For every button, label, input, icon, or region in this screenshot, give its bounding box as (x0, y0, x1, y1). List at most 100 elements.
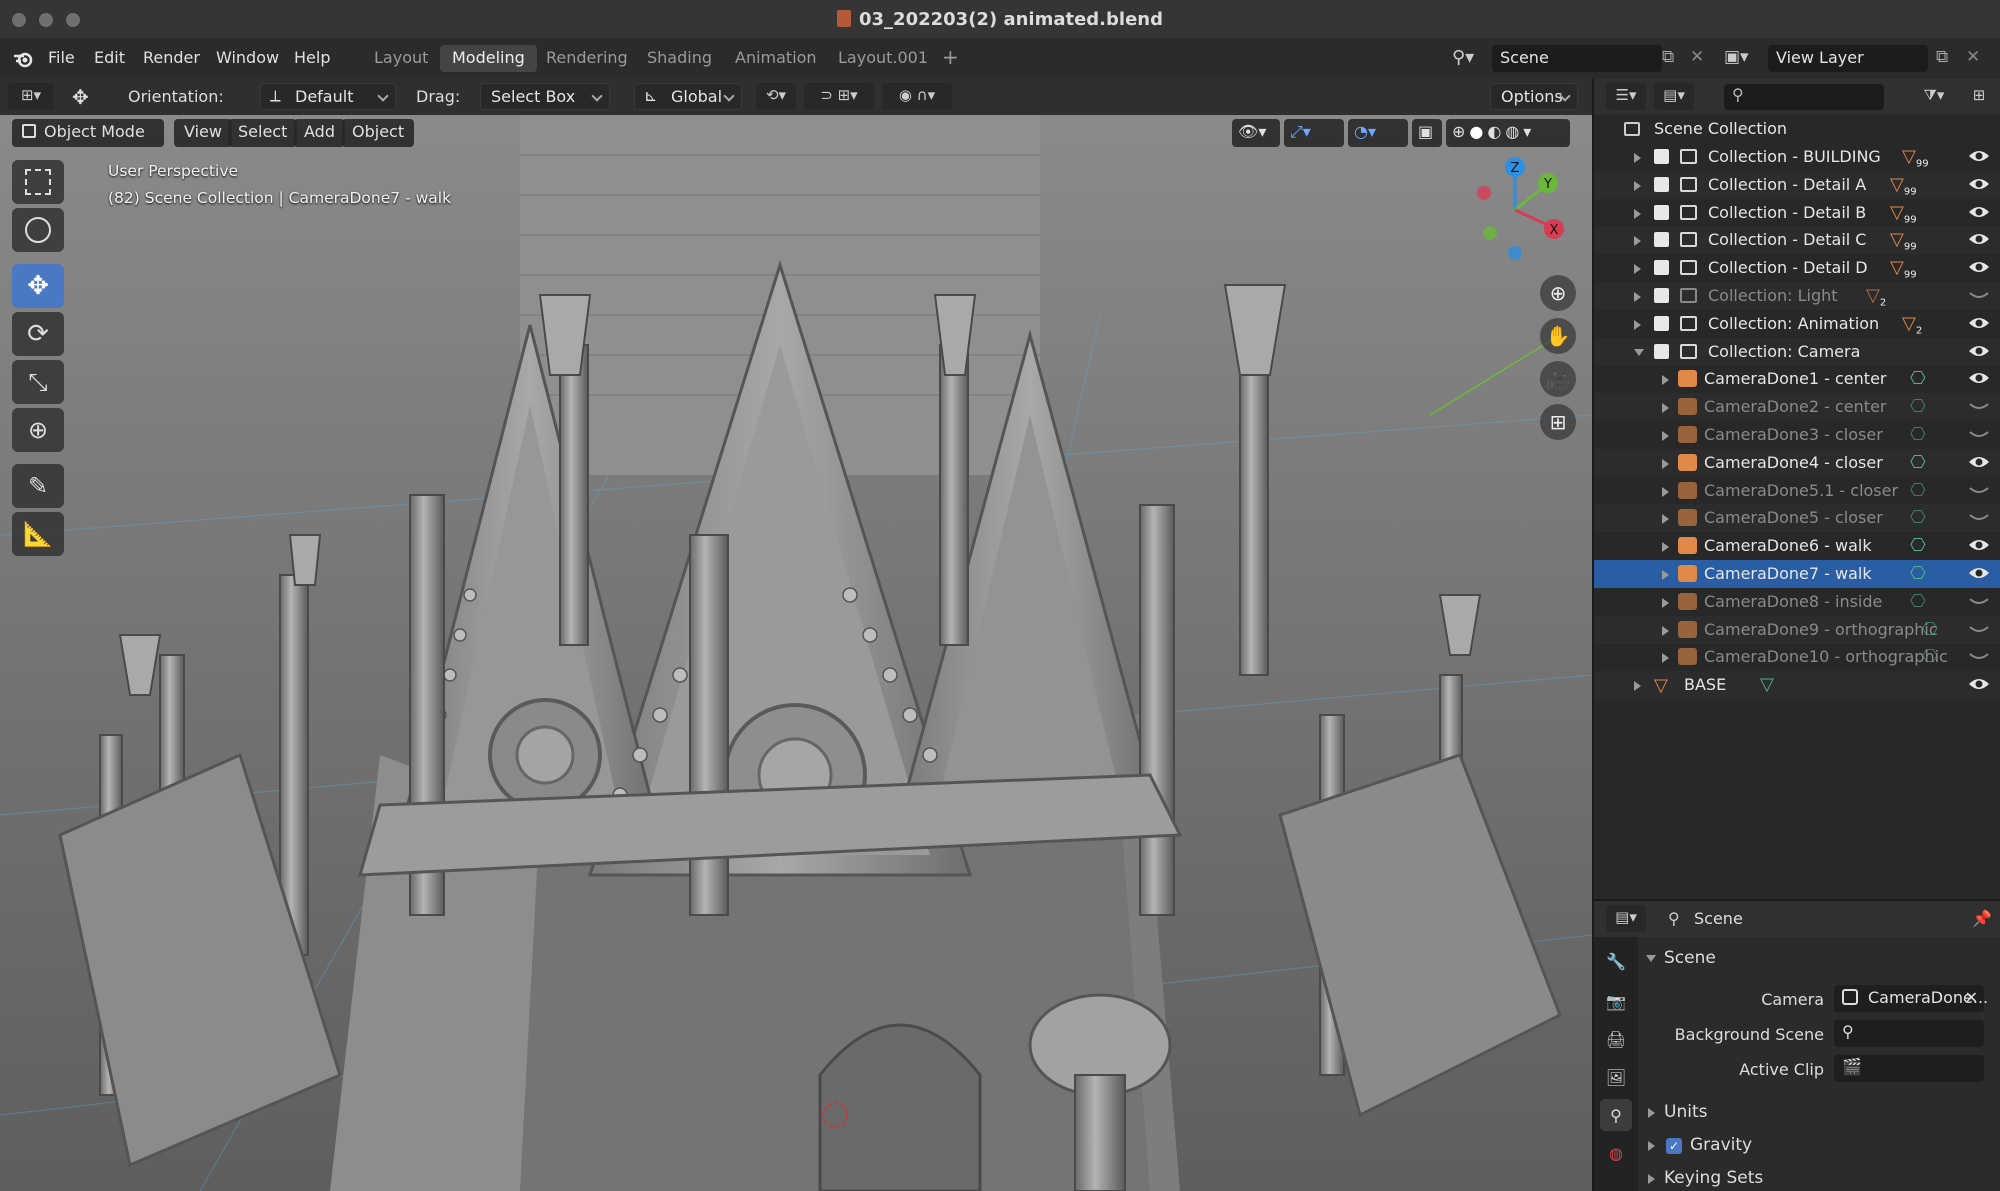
pivot-point-icon[interactable]: ⟲▾ (756, 83, 796, 110)
eye-closed-icon[interactable] (1968, 482, 1990, 498)
outliner-row[interactable]: Collection - BUILDING ▽99 (1594, 143, 2000, 171)
exclude-checkbox[interactable] (1654, 343, 1669, 359)
expand-icon[interactable] (1634, 681, 1641, 692)
exclude-checkbox[interactable] (1654, 260, 1669, 276)
active-clip-field[interactable]: 🎬 (1834, 1055, 1984, 1082)
select-box-tool[interactable] (12, 160, 64, 204)
eye-open-icon[interactable] (1968, 454, 1990, 470)
expand-icon[interactable] (1634, 236, 1641, 247)
tool-tab-icon[interactable]: 🔧 (1600, 945, 1632, 977)
exclude-checkbox[interactable] (1654, 232, 1669, 248)
viewport-visibility-icon[interactable]: 👁▾ (1232, 119, 1280, 147)
view-layer-tab-icon[interactable]: 🖼 (1600, 1061, 1632, 1093)
eye-open-icon[interactable] (1968, 676, 1990, 692)
object-mode-dropdown[interactable]: Object Mode (12, 119, 164, 147)
navigation-gizmo[interactable]: Z Y X (1460, 155, 1570, 265)
expand-icon[interactable] (1634, 180, 1641, 191)
outliner-search-input[interactable]: ⚲ (1724, 84, 1884, 110)
shading-mode-buttons[interactable]: ⊕●◐◍▾ (1446, 119, 1570, 147)
eye-open-icon[interactable] (1968, 176, 1990, 192)
object-count-icon[interactable]: ▽2 (1902, 313, 1922, 337)
outliner-row[interactable]: Collection - Detail C ▽99 (1594, 226, 2000, 255)
new-scene-icon[interactable]: ⧉ (1662, 47, 1674, 67)
camera-data-icon[interactable]: ⎔ (1910, 591, 1926, 612)
units-section-header[interactable]: Units (1646, 1097, 1998, 1129)
keying-sets-section-header[interactable]: Keying Sets (1646, 1163, 1998, 1191)
world-tab-icon[interactable]: ◍ (1600, 1137, 1632, 1169)
outliner-row[interactable]: CameraDone6 - walk ⎔ (1594, 532, 2000, 560)
expand-icon[interactable] (1634, 292, 1641, 302)
exclude-checkbox[interactable] (1654, 149, 1669, 164)
editor-type-icon[interactable]: ⊞▾ (8, 83, 54, 110)
new-view-layer-icon[interactable]: ⧉ (1936, 47, 1948, 67)
options-dropdown[interactable]: Options (1490, 83, 1578, 110)
expand-icon[interactable] (1662, 514, 1669, 525)
camera-data-icon[interactable]: ⎔ (1910, 480, 1926, 501)
tab-layout-001[interactable]: Layout.001 (826, 45, 940, 72)
annotate-tool[interactable]: ✎ (12, 464, 64, 508)
transform-tool[interactable]: ⊕ (12, 408, 64, 452)
object-count-icon[interactable]: ▽99 (1890, 229, 1917, 253)
menu-file[interactable]: File (48, 48, 75, 67)
object-count-icon[interactable]: ▽99 (1890, 257, 1917, 281)
eye-open-icon[interactable] (1968, 259, 1990, 275)
outliner-row[interactable]: CameraDone7 - walk ⎔ (1594, 560, 2000, 588)
eye-open-icon[interactable] (1968, 204, 1990, 220)
viewport-menu-view[interactable]: View (174, 119, 232, 147)
menu-window[interactable]: Window (216, 48, 279, 67)
transform-orientation-dropdown[interactable]: ⊾ Global (634, 83, 742, 110)
eye-open-icon[interactable] (1968, 231, 1990, 247)
expand-icon[interactable] (1662, 431, 1669, 441)
camera-data-icon[interactable]: ⎔ (1910, 507, 1926, 528)
blender-logo-icon[interactable] (12, 48, 34, 70)
measure-tool[interactable]: 📐 (12, 512, 64, 556)
object-count-icon[interactable]: ▽2 (1866, 285, 1886, 309)
menu-edit[interactable]: Edit (94, 48, 125, 67)
cursor-tool[interactable] (12, 208, 64, 252)
viewport-menu-object[interactable]: Object (342, 119, 415, 147)
outliner-row[interactable]: CameraDone10 - orthographic ⎔ (1594, 643, 2000, 671)
tab-modeling[interactable]: Modeling (440, 45, 537, 72)
gravity-section-header[interactable]: ✓ Gravity (1646, 1130, 1998, 1162)
camera-data-icon[interactable]: ⎔ (1910, 535, 1926, 556)
expand-icon[interactable] (1634, 319, 1641, 330)
snap-icon[interactable]: ⊃ ⊞▾ (804, 83, 874, 110)
tab-shading[interactable]: Shading (635, 45, 724, 72)
collapse-icon[interactable] (1634, 348, 1644, 356)
outliner-row[interactable]: Collection: Light ▽2 (1594, 282, 2000, 310)
tab-animation[interactable]: Animation (723, 45, 829, 72)
orientation-dropdown[interactable]: ⟂ Default (260, 83, 396, 110)
eye-closed-icon[interactable] (1968, 426, 1990, 442)
eye-open-icon[interactable] (1968, 148, 1990, 164)
expand-icon[interactable] (1634, 153, 1641, 163)
scene-browse-icon[interactable]: ⚲▾ (1452, 47, 1486, 71)
perspective-toggle-icon[interactable]: ⊞ (1540, 404, 1576, 440)
scene-section-header[interactable]: Scene (1646, 943, 1998, 975)
eye-open-icon[interactable] (1968, 565, 1990, 581)
outliner-row[interactable]: CameraDone5 - closer ⎔ (1594, 504, 2000, 533)
output-tab-icon[interactable]: 🖨 (1600, 1023, 1632, 1055)
scale-tool[interactable]: ⤡ (12, 360, 64, 404)
outliner-row[interactable]: CameraDone9 - orthographic ⎔ (1594, 615, 2000, 644)
pin-icon[interactable]: 📌 (1972, 909, 1992, 928)
outliner-root-row[interactable]: Scene Collection (1594, 115, 2000, 143)
object-count-icon[interactable]: ▽99 (1890, 174, 1917, 198)
new-collection-icon[interactable]: ⊞ (1964, 83, 1994, 110)
outliner-row[interactable]: Collection - Detail D ▽99 (1594, 254, 2000, 282)
tab-layout[interactable]: Layout (362, 45, 440, 72)
scene-name-field[interactable]: Scene (1492, 45, 1662, 72)
camera-data-icon[interactable]: ⎔ (1910, 424, 1926, 445)
delete-scene-icon[interactable]: ✕ (1690, 47, 1704, 67)
pan-view-icon[interactable]: ✋ (1540, 318, 1576, 354)
outliner-row[interactable]: Collection - Detail B ▽99 (1594, 199, 2000, 227)
menu-render[interactable]: Render (143, 48, 200, 67)
tab-rendering[interactable]: Rendering (534, 45, 640, 72)
expand-icon[interactable] (1662, 653, 1669, 664)
camera-data-icon[interactable]: ⎔ (1910, 396, 1926, 417)
view-layer-field[interactable]: View Layer (1768, 45, 1928, 72)
camera-data-icon[interactable]: ⎔ (1910, 563, 1926, 584)
outliner-row[interactable]: CameraDone3 - closer ⎔ (1594, 421, 2000, 449)
overlays-toggle-icon[interactable]: ◔▾ (1348, 119, 1408, 147)
outliner-row[interactable]: CameraDone5.1 - closer ⎔ (1594, 477, 2000, 505)
clear-camera-icon[interactable]: ✕ (1965, 988, 1978, 1007)
